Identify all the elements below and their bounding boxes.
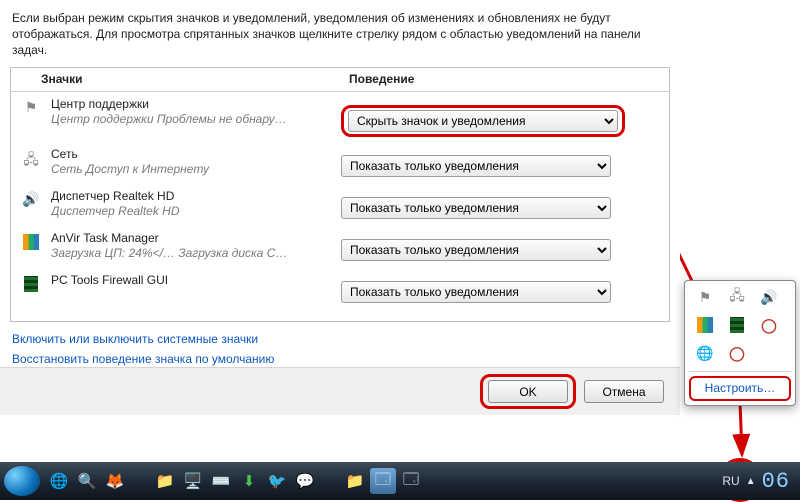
taskbar-icon[interactable]: 🌐: [46, 468, 72, 494]
taskbar-icon[interactable]: 🔍: [74, 468, 100, 494]
taskbar-icon[interactable]: ⬇: [236, 468, 262, 494]
language-indicator[interactable]: RU: [720, 473, 741, 489]
behavior-select[interactable]: Показать только уведомления Скрыть значо…: [341, 281, 611, 303]
firewall-icon[interactable]: [727, 315, 747, 335]
taskbar-icon[interactable]: 🖥️: [180, 468, 206, 494]
behavior-select[interactable]: Показать только уведомления Скрыть значо…: [341, 155, 611, 177]
audio-icon: [11, 189, 51, 208]
table-row: PC Tools Firewall GUI Показать только ув…: [11, 268, 669, 310]
notification-area-dialog: Если выбран режим скрытия значков и увед…: [0, 0, 680, 415]
column-header-behavior: Поведение: [341, 72, 669, 86]
taskbar-app[interactable]: 🗔: [370, 468, 396, 494]
restore-default-link[interactable]: Восстановить поведение значка по умолчан…: [12, 352, 668, 366]
row-title: Диспетчер Realtek HD: [51, 189, 335, 203]
network-icon[interactable]: [727, 287, 747, 307]
audio-icon[interactable]: [759, 287, 779, 307]
row-title: Сеть: [51, 147, 335, 161]
flag-icon[interactable]: [695, 287, 715, 307]
table-row: Диспетчер Realtek HD Диспетчер Realtek H…: [11, 184, 669, 226]
world-icon[interactable]: [695, 343, 715, 363]
row-subtitle: Диспетчер Realtek HD: [51, 204, 335, 218]
table-rows-container[interactable]: Центр поддержки Центр поддержки Проблемы…: [11, 92, 669, 321]
behavior-select[interactable]: Показать только уведомления Скрыть значо…: [341, 197, 611, 219]
taskbar-icon[interactable]: 📁: [152, 468, 178, 494]
row-title: AnVir Task Manager: [51, 231, 335, 245]
highlight-annotation: OK: [480, 374, 576, 409]
behavior-select[interactable]: Показать только уведомления Скрыть значо…: [341, 239, 611, 261]
network-icon: [11, 147, 51, 173]
anvir-icon: [11, 231, 51, 250]
row-subtitle: Сеть Доступ к Интернету: [51, 162, 335, 176]
toggle-system-icons-link[interactable]: Включить или выключить системные значки: [12, 332, 668, 346]
start-button[interactable]: [4, 466, 40, 496]
taskbar: 🌐 🔍 🦊 📁 🖥️ ⌨️ ⬇ 🐦 💬 📁 🗔 🗔 RU ▲ 06: [0, 462, 800, 500]
ccleaner-icon[interactable]: [759, 315, 779, 335]
anvir-icon[interactable]: [695, 315, 715, 335]
tray-overflow-popup: Настроить…: [684, 280, 796, 406]
row-subtitle: Загрузка ЦП: 24%</… Загрузка диска С…: [51, 246, 335, 260]
behavior-select[interactable]: Скрыть значок и уведомления Показать тол…: [348, 110, 618, 132]
system-tray: RU ▲ 06: [720, 469, 796, 494]
tray-configure-link[interactable]: Настроить…: [689, 376, 791, 401]
column-header-icons: Значки: [11, 72, 341, 86]
taskbar-icon[interactable]: 🦊: [102, 468, 128, 494]
ccleaner-icon[interactable]: [727, 343, 747, 363]
row-title: Центр поддержки: [51, 97, 335, 111]
taskbar-icon[interactable]: ⌨️: [208, 468, 234, 494]
links-block: Включить или выключить системные значки …: [12, 332, 668, 366]
ok-button[interactable]: OK: [488, 380, 568, 403]
firewall-icon: [11, 273, 51, 292]
taskbar-app[interactable]: 🗔: [398, 468, 424, 494]
clock[interactable]: 06: [760, 469, 792, 494]
icons-table: Значки Поведение Центр поддержки Центр п…: [10, 67, 670, 322]
cancel-button[interactable]: Отмена: [584, 380, 664, 403]
highlight-annotation: Скрыть значок и уведомления Показать тол…: [341, 105, 625, 137]
table-row: Сеть Сеть Доступ к Интернету Показать то…: [11, 142, 669, 184]
row-subtitle: Центр поддержки Проблемы не обнару…: [51, 112, 335, 126]
row-title: PC Tools Firewall GUI: [51, 273, 335, 287]
flag-icon: [11, 97, 51, 116]
taskbar-icon[interactable]: 💬: [292, 468, 318, 494]
tray-overflow-arrow-icon[interactable]: ▲: [746, 476, 756, 487]
table-row: AnVir Task Manager Загрузка ЦП: 24%</… З…: [11, 226, 669, 268]
dialog-footer: OK Отмена: [0, 367, 680, 415]
table-header: Значки Поведение: [11, 68, 669, 92]
intro-text: Если выбран режим скрытия значков и увед…: [12, 10, 668, 59]
taskbar-app[interactable]: 📁: [342, 468, 368, 494]
tray-icon-grid: [691, 287, 789, 367]
table-row: Центр поддержки Центр поддержки Проблемы…: [11, 92, 669, 142]
separator: [689, 371, 791, 372]
taskbar-icon[interactable]: 🐦: [264, 468, 290, 494]
